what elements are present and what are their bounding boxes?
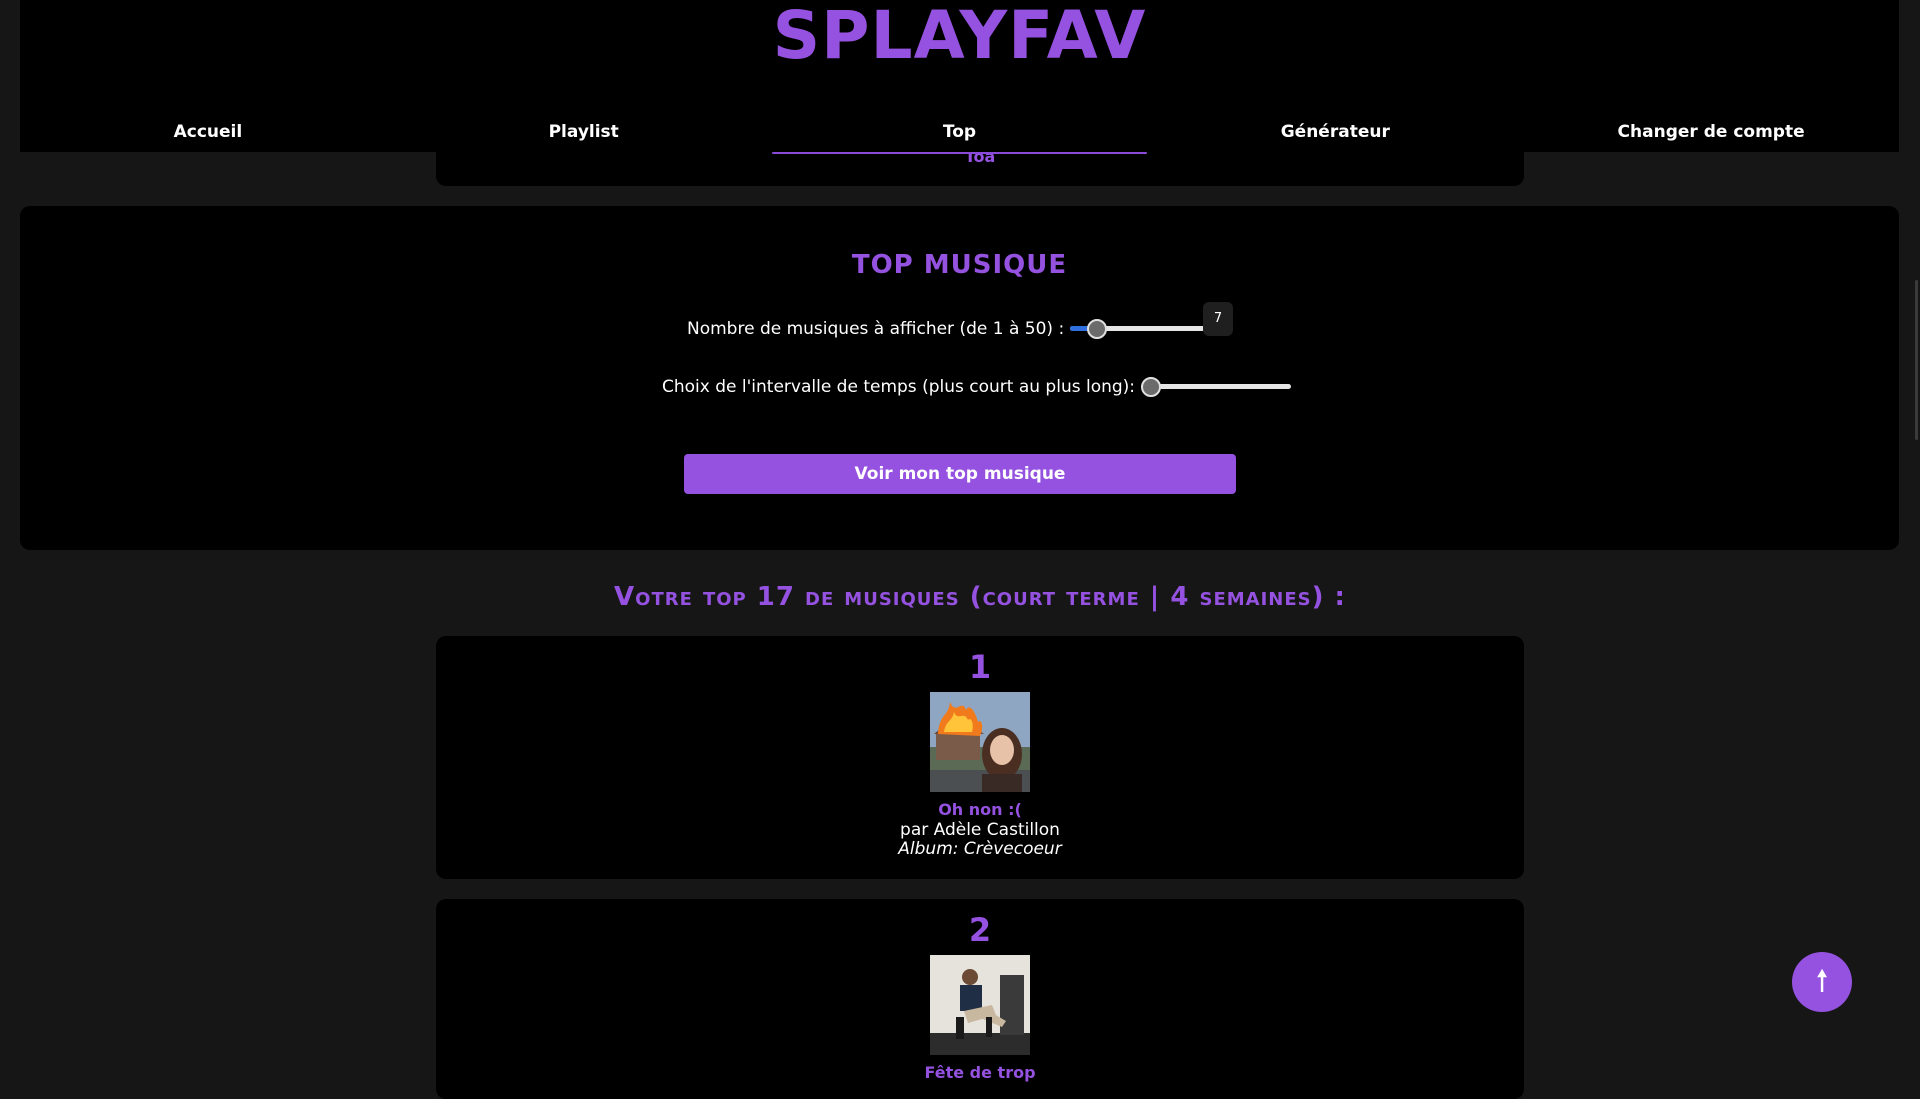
track-rank: 2: [968, 911, 992, 949]
scroll-to-top-button[interactable]: 🠕: [1792, 952, 1852, 1012]
interval-label: Choix de l'intervalle de temps (plus cou…: [662, 377, 1136, 397]
interval-row: Choix de l'intervalle de temps (plus cou…: [662, 372, 1292, 402]
page-scrollbar[interactable]: [1910, 0, 1920, 1080]
top-music-form: TOP MUSIQUE Nombre de musiques à affiche…: [20, 206, 1899, 550]
site-header: SPLAYFAV Accueil Playlist Top Générateur…: [20, 0, 1899, 154]
nav-item-generateur[interactable]: Générateur: [1147, 112, 1523, 152]
track-album: Album: Crèvecoeur: [436, 839, 1524, 859]
see-top-music-button[interactable]: Voir mon top musique: [684, 454, 1236, 494]
count-slider-thumb[interactable]: [1087, 319, 1108, 339]
interval-slider-track: [1141, 384, 1292, 389]
album-cover[interactable]: [930, 955, 1030, 1055]
interval-slider[interactable]: [1141, 372, 1292, 402]
track-title[interactable]: Oh non :(: [436, 800, 1524, 820]
interval-slider-thumb[interactable]: [1141, 377, 1162, 397]
site-logo[interactable]: SPLAYFAV: [20, 0, 1899, 72]
track-title[interactable]: Fête de trop: [436, 1063, 1524, 1083]
album-cover-art: [930, 955, 1030, 1055]
track-card: 1 Oh non :( par Adèle Castillon Album: C…: [436, 636, 1524, 879]
count-row: Nombre de musiques à afficher (de 1 à 50…: [687, 314, 1231, 344]
track-album-prefix: Album:: [898, 839, 964, 859]
album-cover-art: [930, 692, 1030, 792]
arrow-up-icon: 🠕: [1815, 964, 1829, 999]
form-title: TOP MUSIQUE: [851, 250, 1068, 280]
track-card: 2 Fête de trop: [436, 899, 1524, 1099]
count-label: Nombre de musiques à afficher (de 1 à 50…: [687, 319, 1065, 339]
album-cover[interactable]: [930, 692, 1030, 792]
track-rank: 1: [968, 648, 992, 686]
track-album-name: Crèvecoeur: [963, 839, 1062, 859]
count-value-badge: 7: [1203, 302, 1233, 336]
nav-item-accueil[interactable]: Accueil: [20, 112, 396, 152]
main-nav: Accueil Playlist Top Générateur Changer …: [20, 112, 1899, 154]
nav-item-top[interactable]: Top: [771, 112, 1148, 154]
nav-item-playlist[interactable]: Playlist: [396, 112, 772, 152]
scrollbar-thumb[interactable]: [1915, 280, 1918, 440]
track-artist: par Adèle Castillon: [900, 820, 1060, 840]
results-heading: Votre top 17 de musiques (court terme | …: [614, 582, 1346, 612]
nav-item-changer-de-compte[interactable]: Changer de compte: [1523, 112, 1899, 152]
